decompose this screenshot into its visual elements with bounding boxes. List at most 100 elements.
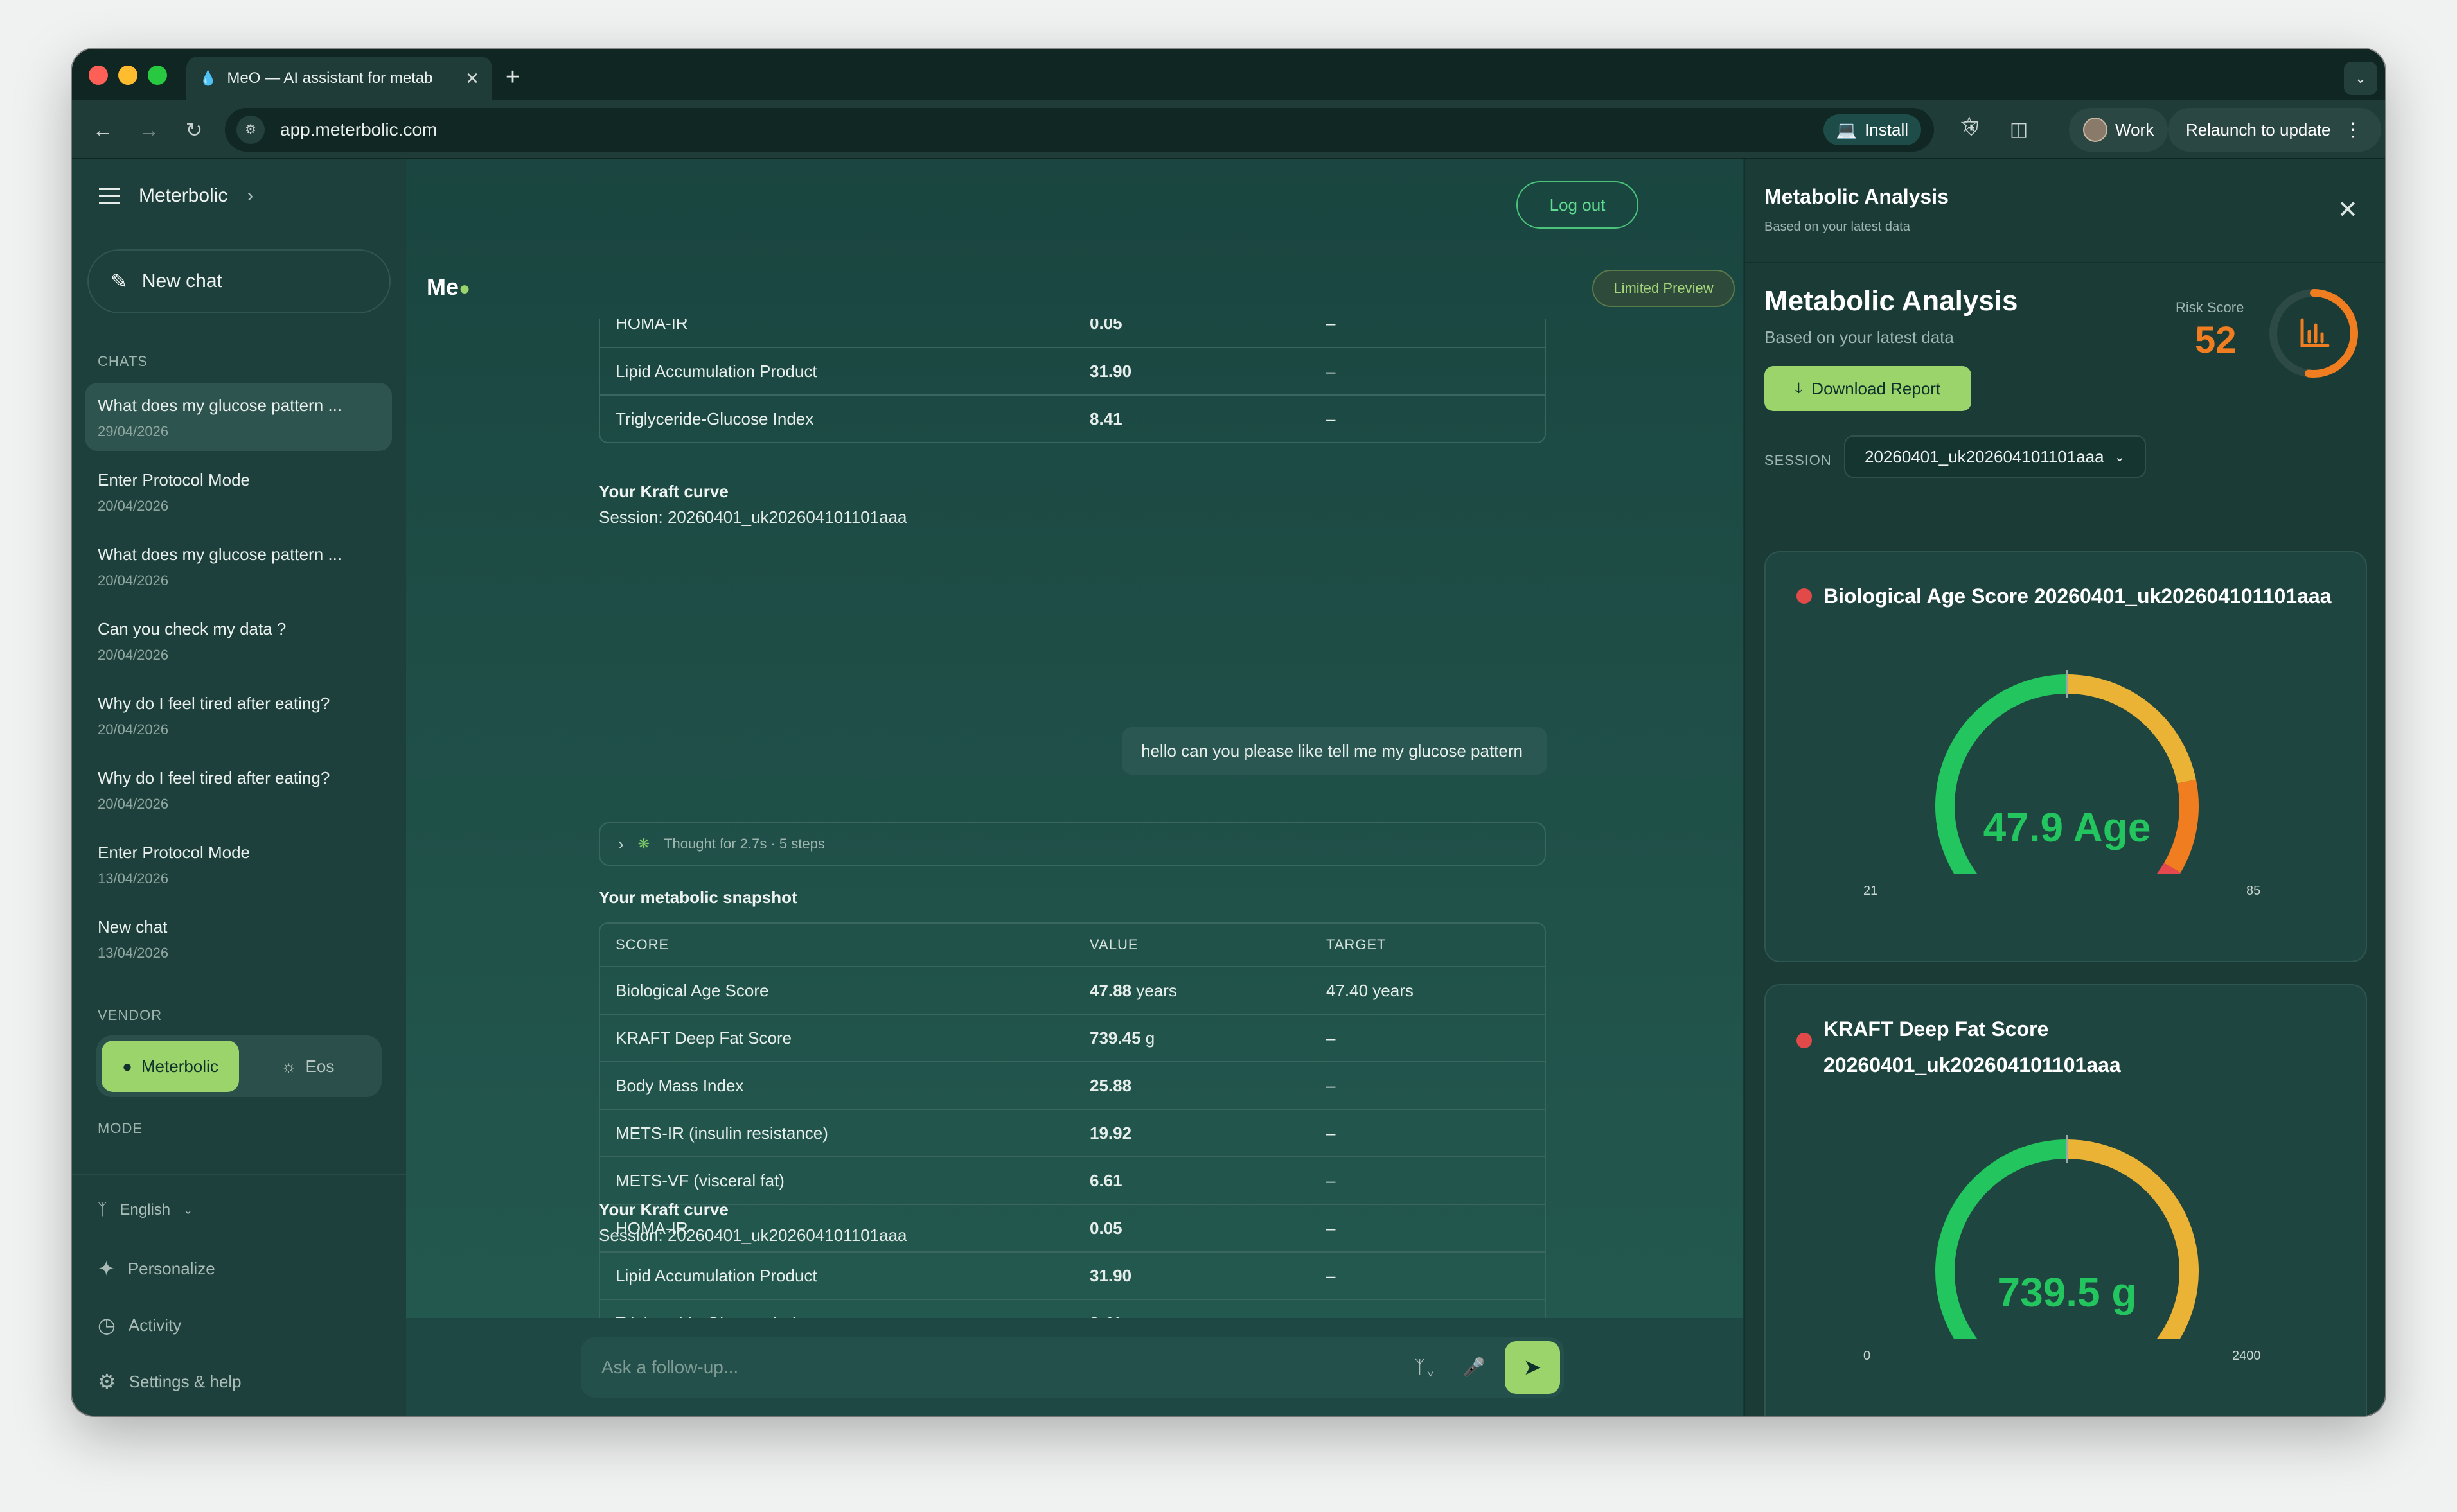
activity-button[interactable]: ◷ Activity <box>98 1313 181 1337</box>
table-cell: – <box>1326 361 1336 381</box>
chat-main: Log out Me● Limited Preview HOMA-IR 0.05 –… <box>406 159 1743 1416</box>
chat-item[interactable]: What does my glucose pattern ... 29/04/20… <box>85 383 392 451</box>
personalize-button[interactable]: ✦ Personalize <box>98 1256 215 1281</box>
value: 47.88 <box>1090 980 1132 1000</box>
chat-date: 20/04/2026 <box>98 647 169 663</box>
value: 25.88 <box>1090 1075 1132 1095</box>
chevron-right-icon: › <box>618 834 624 854</box>
more-menu-icon[interactable]: ⋮ <box>2344 119 2363 141</box>
analysis-title: Metabolic Analysis <box>1764 285 2018 317</box>
profile-button[interactable]: Work <box>2069 108 2169 152</box>
composer-box: Ask a follow-up... ᛉ⌄ 🎤 ➤ <box>581 1337 1564 1398</box>
kraft-score-card: KRAFT Deep Fat Score 20260401_uk20260410… <box>1764 984 2367 1416</box>
gauge-segment-orange <box>2163 779 2199 873</box>
panel-header-title: Metabolic Analysis <box>1764 185 1949 208</box>
relaunch-button[interactable]: Relaunch to update ⋮ <box>2168 108 2381 152</box>
settings-help-button[interactable]: ⚙ Settings & help <box>98 1369 242 1394</box>
table-cell: – <box>1326 1028 1336 1048</box>
tab-search-icon[interactable]: ⌄ <box>2344 62 2377 95</box>
header-cell: VALUE <box>1090 936 1139 953</box>
browser-tab[interactable]: 💧 MeO — AI assistant for metab ✕ <box>186 57 492 100</box>
table-cell: – <box>1326 1218 1336 1238</box>
table-row: Triglyceride-Glucose Index 8.41 – <box>600 394 1545 442</box>
chat-item[interactable]: Why do I feel tired after eating? 20/04/2… <box>85 755 392 823</box>
chat-date: 20/04/2026 <box>98 498 169 514</box>
url-text: app.meterbolic.com <box>280 119 438 139</box>
table-cell: METS-VF (visceral fat) <box>616 1170 785 1190</box>
download-report-button[interactable]: ⤓ Download Report <box>1764 366 1971 411</box>
value: 0.05 <box>1090 1218 1122 1238</box>
panel-divider <box>1745 262 2385 263</box>
minimize-window-button[interactable] <box>118 66 137 85</box>
limited-preview-badge: Limited Preview <box>1592 270 1735 307</box>
back-icon[interactable]: ← <box>85 112 121 148</box>
table-row: Body Mass Index 25.88 – <box>600 1061 1545 1109</box>
zoom-window-button[interactable] <box>148 66 167 85</box>
language-selector[interactable]: ᛉ English ⌄ <box>98 1201 193 1219</box>
chat-date: 13/04/2026 <box>98 870 169 886</box>
chat-date: 20/04/2026 <box>98 721 169 737</box>
table-row: METS-VF (visceral fat) 6.61 – <box>600 1156 1545 1204</box>
chat-item[interactable]: Enter Protocol Mode 13/04/2026 <box>85 830 392 898</box>
table-cell: 0.05 <box>1074 1218 1311 1238</box>
drop-icon: ● <box>122 1056 132 1076</box>
table-cell: Lipid Accumulation Product <box>616 361 817 381</box>
table-cell: 19.92 <box>1074 1123 1311 1143</box>
new-tab-button[interactable]: + <box>495 59 531 95</box>
shield-extension-icon[interactable]: ⛨ <box>1955 113 1988 146</box>
app-name[interactable]: Meterbolic <box>139 185 227 207</box>
download-icon: ⤓ <box>1795 378 1803 398</box>
send-button[interactable]: ➤ <box>1505 1341 1560 1394</box>
close-window-button[interactable] <box>89 66 108 85</box>
reload-icon[interactable]: ↻ <box>176 112 212 148</box>
table-cell: Lipid Accumulation Product <box>616 1265 817 1285</box>
close-panel-icon[interactable]: ✕ <box>2337 195 2358 224</box>
menu-icon[interactable] <box>99 188 120 204</box>
chat-scroll[interactable]: HOMA-IR 0.05 – Lipid Accumulation Product 3… <box>406 319 1743 1416</box>
chat-title: Can you check my data ? <box>98 619 287 638</box>
site-info-icon[interactable]: ⚙ <box>236 116 265 144</box>
card-title: KRAFT Deep Fat Score 20260401_uk20260410… <box>1823 1011 2121 1083</box>
sidebar-header: Meterbolic › <box>99 185 253 207</box>
unit: g <box>1140 1028 1155 1048</box>
install-label: Install <box>1865 119 1908 139</box>
vendor-meterbolic-button[interactable]: ● Meterbolic <box>102 1041 239 1092</box>
vendor-label: Meterbolic <box>141 1056 218 1076</box>
extensions-icon[interactable]: ◫ <box>2002 113 2036 146</box>
chat-title: Enter Protocol Mode <box>98 843 251 862</box>
logout-button[interactable]: Log out <box>1516 181 1638 229</box>
thought-toggle[interactable]: › ❋ Thought for 2.7s · 5 steps <box>599 822 1546 866</box>
translate-icon[interactable]: ᛉ⌄ <box>1407 1349 1443 1385</box>
kraft-curve-label: Your Kraft curve <box>599 1200 729 1219</box>
session-value: 20260401_uk20260410​1101aaa <box>1865 446 2104 466</box>
install-button[interactable]: 💻 Install <box>1823 114 1921 145</box>
table-cell: 47.88 years <box>1074 981 1311 1001</box>
session-select[interactable]: 20260401_uk20260410​1101aaa ⌄ <box>1844 435 2146 478</box>
forward-icon[interactable]: → <box>131 112 167 148</box>
vendor-heading: VENDOR <box>98 1007 163 1023</box>
chats-heading: CHATS <box>98 353 148 369</box>
address-bar[interactable]: ⚙ app.meterbolic.com 💻 Install ☆ <box>225 108 1979 152</box>
bar-chart-icon <box>2300 318 2330 347</box>
chevron-down-icon: ⌄ <box>183 1203 193 1217</box>
clock-icon: ◷ <box>98 1314 116 1337</box>
table-row: Lipid Accumulation Product 31.90 – <box>600 1251 1545 1299</box>
close-tab-icon[interactable]: ✕ <box>465 69 479 89</box>
chat-item[interactable]: Why do I feel tired after eating? 20/04/2… <box>85 681 392 749</box>
user-message: hello can you please like tell me my glu… <box>1122 727 1547 775</box>
new-chat-button[interactable]: ✎ New chat <box>87 249 391 313</box>
gauge-value: 739.5 g <box>1997 1269 2136 1315</box>
header-cell: TARGET <box>1326 936 1387 953</box>
chevron-right-icon[interactable]: › <box>247 185 253 207</box>
chat-item[interactable]: Can you check my data ? 20/04/2026 <box>85 606 392 674</box>
chat-item[interactable]: What does my glucose pattern ... 20/04/20… <box>85 532 392 600</box>
snapshot-label: Your metabolic snapshot <box>599 888 797 907</box>
chat-item[interactable]: New chat 13/04/2026 <box>85 904 392 972</box>
vendor-eos-button[interactable]: ☼ Eos <box>239 1041 377 1092</box>
vendor-label: Eos <box>305 1056 335 1076</box>
chat-item[interactable]: Enter Protocol Mode 20/04/2026 <box>85 457 392 525</box>
follow-up-input[interactable]: Ask a follow-up... <box>601 1357 1407 1378</box>
table-cell: Triglyceride-Glucose Index <box>616 409 814 428</box>
value: 31.90 <box>1090 1265 1132 1285</box>
microphone-icon[interactable]: 🎤 <box>1456 1349 1492 1385</box>
